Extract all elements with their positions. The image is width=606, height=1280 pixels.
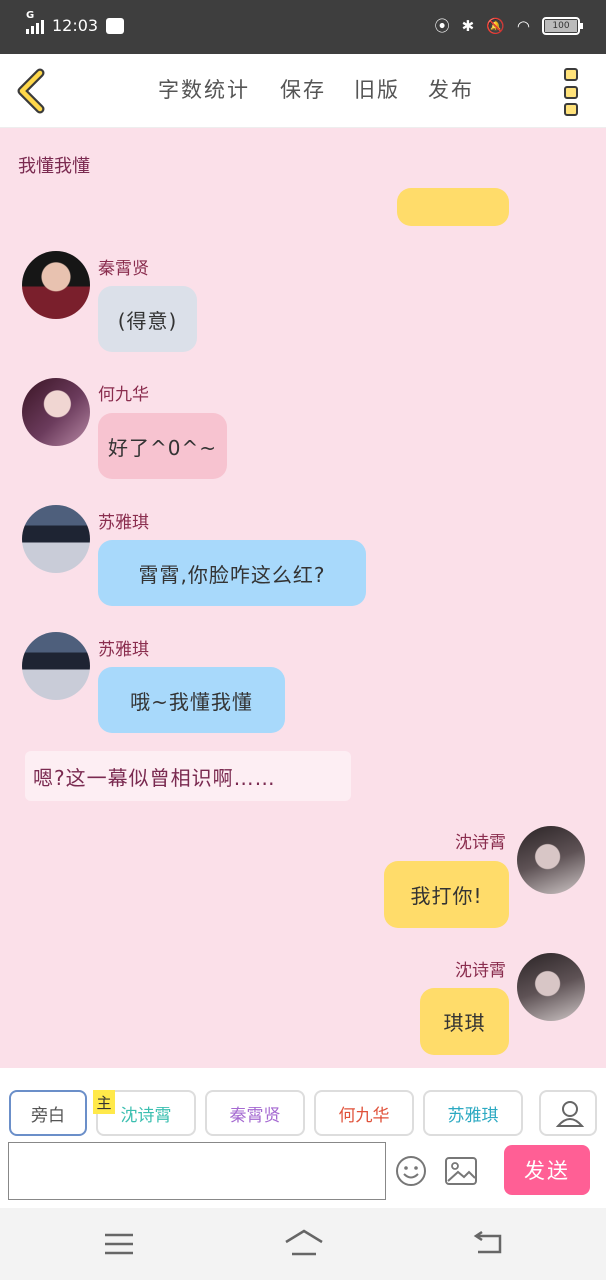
send-button[interactable]: 发送 <box>504 1145 590 1195</box>
menu-dot-icon <box>564 103 578 116</box>
smiley-icon <box>396 1156 426 1186</box>
chip-label: 何九华 <box>338 1105 390 1126</box>
sender-name: 苏雅琪 <box>98 640 149 660</box>
menu-dot-icon <box>564 85 578 99</box>
battery-icon: 100 <box>542 16 583 35</box>
message-bubble[interactable]: 我打你! <box>384 861 509 928</box>
scrolled-message-bubble[interactable] <box>397 188 509 226</box>
narration-bubble[interactable]: 嗯?这一幕似曾相识啊…… <box>25 751 351 801</box>
emoji-button[interactable] <box>394 1154 428 1188</box>
message-notification-icon <box>106 17 125 34</box>
top-nav: 字数统计 保存 旧版 发布 <box>0 54 606 128</box>
composer: 旁白 沈诗霄 秦霄贤 何九华 苏雅琪 主 发送 <box>0 1068 606 1208</box>
avatar[interactable] <box>22 505 90 573</box>
avatar[interactable] <box>22 632 90 700</box>
add-character-button[interactable] <box>539 1090 597 1136</box>
publish-tab[interactable]: 发布 <box>428 74 474 104</box>
more-menu-button[interactable] <box>564 68 580 116</box>
main-character-badge: 主 <box>93 1090 115 1114</box>
image-icon <box>445 1157 477 1185</box>
sender-name: 苏雅琪 <box>98 513 149 533</box>
message-input[interactable] <box>8 1142 386 1200</box>
nfc-icon: ⦿ <box>434 17 450 35</box>
old-version-tab[interactable]: 旧版 <box>354 74 400 104</box>
wifi-icon: ◠ <box>516 16 530 35</box>
back-button[interactable] <box>14 68 50 114</box>
message-bubble[interactable]: 哦~我懂我懂 <box>98 667 285 733</box>
chip-label: 沈诗霄 <box>120 1105 172 1126</box>
chip-label: 旁白 <box>31 1105 65 1126</box>
character-chip-su[interactable]: 苏雅琪 <box>423 1090 523 1136</box>
menu-icon[interactable] <box>104 1232 134 1256</box>
chat-area[interactable]: 我懂我懂 秦霄贤 (得意) 何九华 好了^0^~ 苏雅琪 霄霄,你脸咋这么红? … <box>0 128 606 1068</box>
home-icon[interactable] <box>284 1228 324 1258</box>
sender-name: 秦霄贤 <box>98 259 149 279</box>
chevron-left-icon <box>17 68 45 114</box>
status-bar: G 12:03 ⦿ ✱ 🔕 ◠ 100 <box>0 0 606 54</box>
avatar[interactable] <box>22 378 90 446</box>
message-bubble[interactable]: 好了^0^~ <box>98 413 227 479</box>
chat-title: 我懂我懂 <box>18 156 90 177</box>
network-type: G <box>26 9 35 21</box>
character-chip-he[interactable]: 何九华 <box>314 1090 414 1136</box>
person-icon <box>555 1101 585 1127</box>
image-button[interactable] <box>444 1156 478 1186</box>
signal-icon: G <box>26 10 44 34</box>
menu-dot-icon <box>564 68 578 81</box>
avatar[interactable] <box>22 251 90 319</box>
character-selector[interactable]: 旁白 沈诗霄 秦霄贤 何九华 苏雅琪 <box>0 1090 530 1138</box>
battery-level: 100 <box>545 19 577 32</box>
message-bubble[interactable]: (得意) <box>98 286 197 352</box>
avatar[interactable] <box>517 826 585 894</box>
message-bubble[interactable]: 霄霄,你脸咋这么红? <box>98 540 366 606</box>
word-count-tab[interactable]: 字数统计 <box>158 74 250 104</box>
message-bubble[interactable]: 琪琪 <box>420 988 509 1055</box>
character-chip-narrator[interactable]: 旁白 <box>9 1090 87 1136</box>
mute-icon: 🔕 <box>486 16 505 35</box>
sender-name: 沈诗霄 <box>455 961 506 981</box>
sender-name: 沈诗霄 <box>455 833 506 853</box>
back-icon[interactable] <box>472 1230 504 1258</box>
sender-name: 何九华 <box>98 385 149 405</box>
save-tab[interactable]: 保存 <box>280 74 326 104</box>
character-chip-qin[interactable]: 秦霄贤 <box>205 1090 305 1136</box>
chip-label: 秦霄贤 <box>229 1105 281 1126</box>
system-nav-bar <box>0 1208 606 1280</box>
avatar[interactable] <box>517 953 585 1021</box>
chip-label: 苏雅琪 <box>447 1105 499 1126</box>
bluetooth-icon: ✱ <box>461 16 475 35</box>
clock: 12:03 <box>52 16 99 35</box>
